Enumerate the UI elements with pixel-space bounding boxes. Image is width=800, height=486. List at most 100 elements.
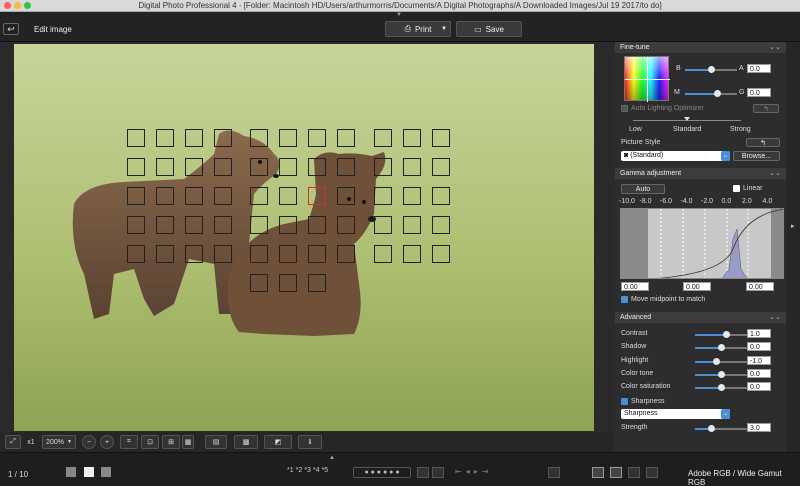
panel-scroll-strip[interactable]: ▸	[786, 42, 800, 452]
advanced-row-slider[interactable]	[695, 331, 747, 338]
nav-buttons[interactable]: ⇤◂▸⇥	[455, 467, 492, 476]
rating-button[interactable]: *1	[287, 467, 294, 474]
crop-button[interactable]: ⌗	[120, 435, 138, 449]
midpoint-checkbox[interactable]	[621, 296, 628, 303]
advanced-row-value[interactable]: 0.0	[747, 342, 771, 352]
photo-preview[interactable]	[14, 44, 594, 431]
a-value-field[interactable]: 0.0	[747, 64, 771, 73]
overlay-button[interactable]: ▦	[182, 435, 194, 449]
advanced-row-slider[interactable]	[695, 344, 747, 352]
browse-button[interactable]: Browse...	[733, 151, 780, 161]
expand-arrow-icon[interactable]: ▸	[791, 222, 795, 230]
rotate-right-button[interactable]	[432, 467, 444, 478]
picture-style-select[interactable]: ◙ (Standard) ⌄	[621, 151, 730, 161]
quick-check-button[interactable]	[548, 467, 560, 478]
advanced-row-slider[interactable]	[695, 357, 747, 365]
compare-button[interactable]: ◩	[264, 435, 292, 449]
view-single-icon[interactable]	[66, 467, 76, 477]
rating-button[interactable]: *5	[322, 467, 329, 474]
highlight-warning-button[interactable]: ▩	[234, 435, 258, 449]
gamma-white-field[interactable]: 0.00	[746, 282, 774, 291]
thumbnail-view-button[interactable]	[592, 467, 604, 478]
alo-low-label: Low	[629, 126, 642, 133]
g-value-field[interactable]: 0.0	[747, 88, 771, 97]
advanced-row-slider[interactable]	[695, 370, 747, 378]
collapse-icon[interactable]: ⌄⌄	[769, 312, 781, 323]
gamma-mid-field[interactable]: 0.00	[683, 282, 711, 291]
zoom-1x-button[interactable]: x1	[23, 435, 39, 449]
reset-icon: ↰	[760, 139, 766, 147]
collapse-icon[interactable]: ⌄⌄	[769, 42, 781, 53]
slider-knob[interactable]	[718, 370, 725, 378]
mg-slider[interactable]	[685, 90, 737, 97]
compare-icon: ◩	[274, 439, 282, 446]
view-grid-icon[interactable]	[84, 467, 94, 477]
toolbar-toggle-icon[interactable]: ▼	[396, 12, 402, 18]
alo-checkbox[interactable]	[621, 105, 628, 112]
fit-screen-button[interactable]: ⤢	[5, 435, 21, 449]
collapse-icon[interactable]: ⌄⌄	[769, 168, 781, 179]
linear-checkbox[interactable]	[733, 185, 740, 192]
save-button[interactable]: ▭ Save	[456, 21, 522, 37]
finetune-header[interactable]: Fine-tune ⌄⌄	[615, 42, 786, 53]
layout-button[interactable]: ▤	[205, 435, 227, 449]
star-rating[interactable]: ● ● ● ● ● ●	[353, 467, 411, 478]
advanced-header[interactable]: Advanced ⌄⌄	[615, 312, 786, 323]
grid-button[interactable]: ⊞	[162, 435, 180, 449]
af-point-button[interactable]: ⊡	[141, 435, 159, 449]
ba-slider[interactable]	[685, 66, 737, 73]
advanced-row-value[interactable]: 0.0	[747, 368, 771, 378]
multi-view-button[interactable]	[628, 467, 640, 478]
mg-slider-knob[interactable]	[714, 90, 722, 97]
camera-button[interactable]	[646, 467, 658, 478]
advanced-row-value[interactable]: 0.0	[747, 382, 771, 392]
view-filmstrip-icon[interactable]	[101, 467, 111, 477]
color-wheel[interactable]	[624, 56, 670, 102]
print-button[interactable]: ⎙ Print ▼	[385, 21, 451, 37]
af-point	[250, 129, 268, 147]
af-point	[156, 245, 174, 263]
advanced-row-value[interactable]: -1.0	[747, 355, 771, 365]
af-point	[308, 187, 326, 205]
edit-view-button[interactable]	[610, 467, 622, 478]
gamma-title: Gamma adjustment	[620, 170, 682, 177]
af-point	[432, 245, 450, 263]
info-button[interactable]: ℹ	[298, 435, 322, 449]
af-point	[250, 245, 268, 263]
slider-knob[interactable]	[723, 331, 731, 338]
chevron-down-icon[interactable]: ▼	[441, 26, 447, 32]
gamma-auto-button[interactable]: Auto	[621, 184, 665, 194]
slider-knob[interactable]	[718, 344, 725, 352]
rating-button[interactable]: *2	[296, 467, 303, 474]
sharpness-select[interactable]: Sharpness ⌄	[621, 409, 730, 419]
ba-slider-knob[interactable]	[708, 66, 715, 73]
zoom-in-button[interactable]: +	[100, 435, 114, 449]
strength-slider-knob[interactable]	[707, 425, 715, 432]
alo-reset-button[interactable]: ↰	[753, 104, 779, 113]
b-label: B	[676, 65, 681, 72]
sharpness-check-label: Sharpness	[631, 398, 665, 405]
rating-button[interactable]: *4	[313, 467, 320, 474]
picture-style-reset-button[interactable]: ↰	[746, 138, 780, 147]
strength-value-field[interactable]: 3.0	[747, 423, 771, 432]
linear-label: Linear	[743, 185, 763, 192]
gamma-histogram[interactable]	[620, 208, 784, 279]
zoom-out-button[interactable]: −	[82, 435, 96, 449]
gamma-black-field[interactable]: 0.00	[621, 282, 649, 291]
image-area	[0, 42, 613, 432]
gamma-scale-tick: 2.0	[742, 198, 752, 205]
slider-knob[interactable]	[712, 357, 720, 365]
rating-button[interactable]: *3	[304, 467, 311, 474]
sharpness-checkbox[interactable]	[621, 398, 628, 405]
alo-knob[interactable]	[684, 117, 690, 121]
rotate-left-button[interactable]	[417, 467, 429, 478]
zoom-select[interactable]: 200% ▼	[42, 435, 76, 449]
gamma-header[interactable]: Gamma adjustment ⌄⌄	[615, 168, 786, 179]
advanced-row-slider[interactable]	[695, 384, 747, 392]
slider-knob[interactable]	[718, 384, 725, 392]
tool-palette: Fine-tune ⌄⌄ B A 0.0 M G 0.0 Auto Lightin…	[615, 42, 786, 452]
back-button[interactable]: ↩	[3, 23, 19, 35]
advanced-row-value[interactable]: 1.0	[747, 329, 771, 338]
strength-slider[interactable]	[695, 425, 747, 432]
expand-filmstrip-icon[interactable]: ▲	[329, 455, 335, 461]
